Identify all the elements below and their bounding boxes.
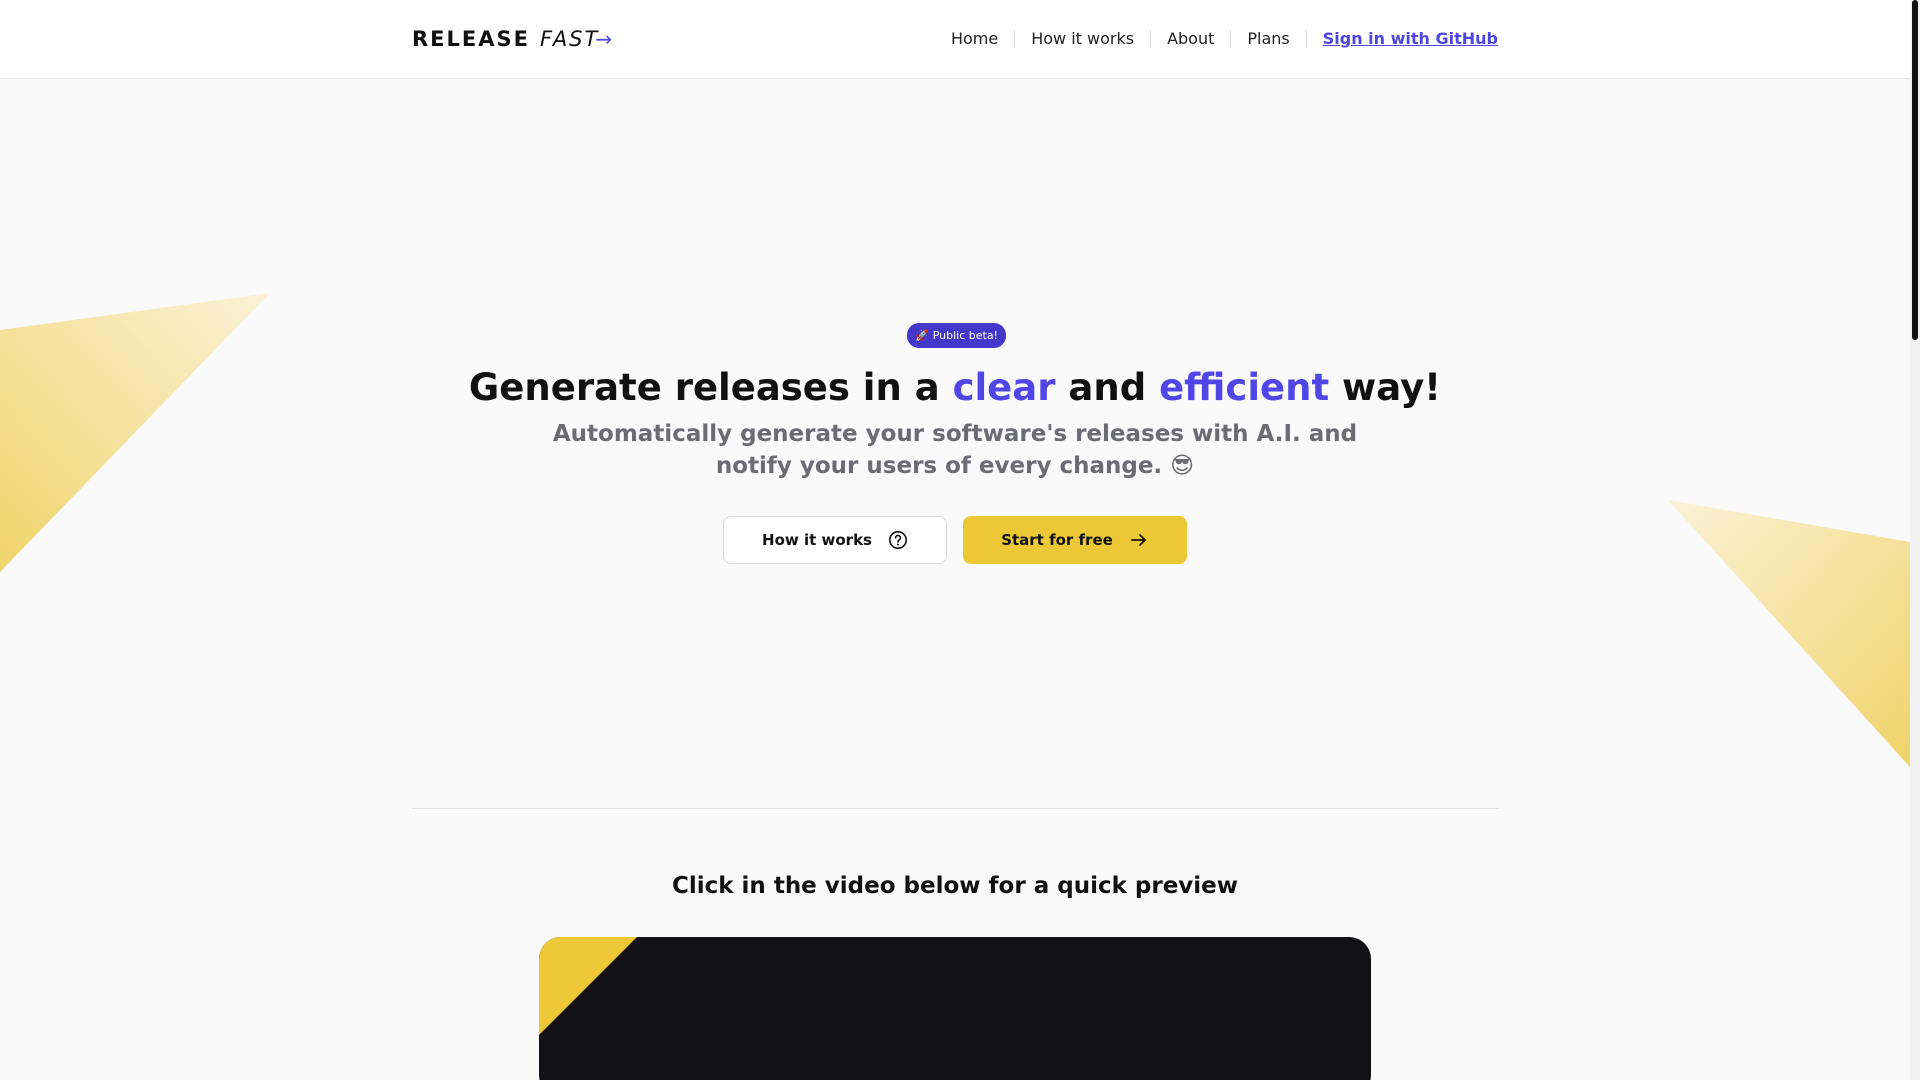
left-decorative-triangle	[0, 293, 270, 572]
title-part-3: way!	[1329, 366, 1442, 409]
arrow-right-icon	[1129, 530, 1149, 550]
logo-arrow-icon: →	[595, 27, 615, 51]
scrollbar-thumb[interactable]	[1912, 0, 1918, 340]
top-navbar: RELEASE FAST → Home How it works About P…	[0, 0, 1910, 79]
nav-plans-link[interactable]: Plans	[1231, 30, 1307, 48]
hero-subtitle: Automatically generate your software's r…	[552, 421, 1358, 479]
title-accent-efficient: efficient	[1159, 366, 1330, 409]
logo-text-fast: FAST	[539, 27, 600, 51]
section-divider	[412, 808, 1499, 809]
title-part-1: Generate releases in a	[468, 366, 953, 409]
public-beta-badge: 🚀 Public beta!	[907, 323, 1006, 348]
logo-text-release: RELEASE	[412, 27, 530, 51]
right-decorative-triangle	[1668, 500, 1910, 767]
nav-how-it-works-link[interactable]: How it works	[1015, 30, 1152, 48]
title-part-2: and	[1055, 366, 1160, 409]
video-preview-player[interactable]	[539, 937, 1371, 1080]
sign-in-github-link[interactable]: Sign in with GitHub	[1307, 30, 1498, 48]
hero-title: Generate releases in a clear and efficie…	[0, 366, 1910, 409]
video-preview-heading: Click in the video below for a quick pre…	[671, 873, 1239, 899]
video-corner-decoration	[539, 937, 637, 1035]
question-circle-icon	[888, 530, 908, 550]
badge-label: Public beta!	[932, 329, 998, 342]
nav-home-link[interactable]: Home	[935, 30, 1016, 48]
start-for-free-button[interactable]: Start for free	[963, 516, 1187, 564]
title-accent-clear: clear	[952, 366, 1056, 409]
start-for-free-button-label: Start for free	[1001, 531, 1113, 549]
nav-about-link[interactable]: About	[1151, 30, 1232, 48]
page-scrollbar[interactable]	[1910, 0, 1920, 1080]
how-it-works-button[interactable]: How it works	[723, 516, 947, 564]
how-it-works-button-label: How it works	[762, 531, 872, 549]
release-fast-logo[interactable]: RELEASE FAST →	[412, 26, 614, 52]
main-nav: Home How it works About Plans Sign in wi…	[935, 26, 1498, 52]
rocket-icon: 🚀	[915, 329, 929, 342]
